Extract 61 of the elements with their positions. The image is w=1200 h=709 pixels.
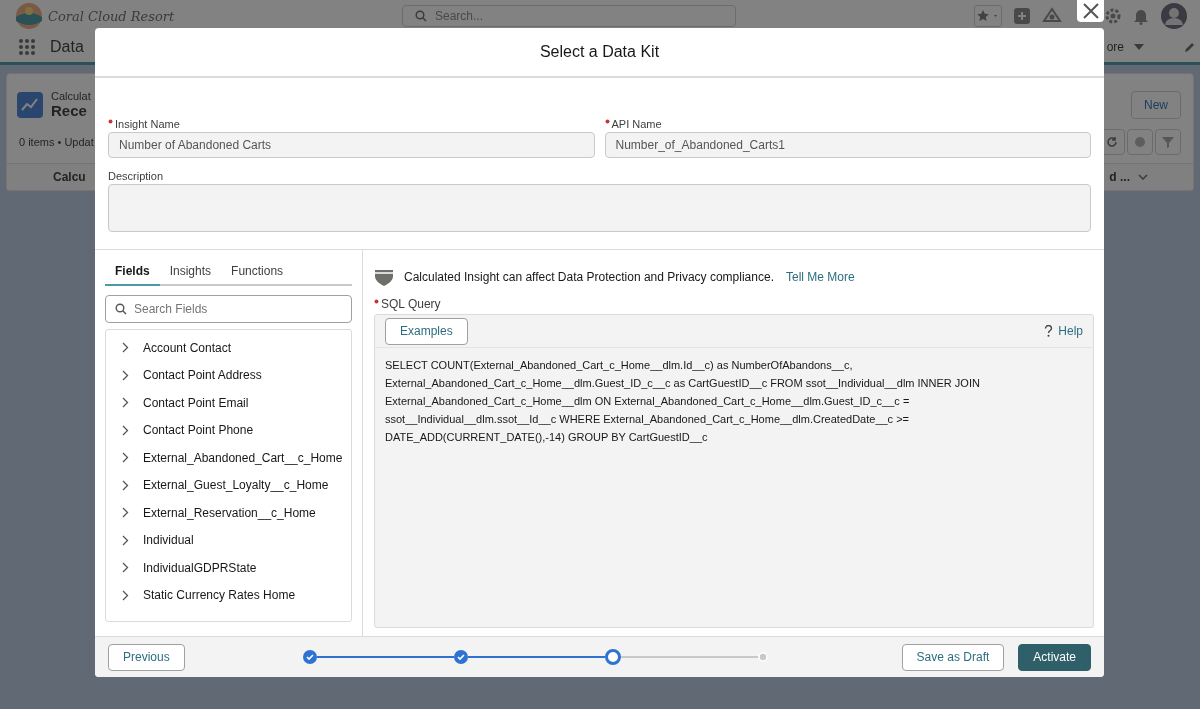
object-item[interactable]: Contact Point Phone — [106, 416, 351, 444]
app-launcher-icon[interactable] — [18, 38, 36, 56]
object-item[interactable]: Contact Point Address — [106, 361, 351, 389]
object-item[interactable]: External_Guest_Loyalty__c_Home — [106, 471, 351, 499]
list-meta: 0 items • Updat — [19, 136, 94, 148]
page-title: Rece — [51, 102, 88, 119]
object-item[interactable]: IndividualGDPRState — [106, 554, 351, 582]
more-tab[interactable]: ore — [1106, 40, 1124, 54]
filter-button[interactable] — [1155, 129, 1181, 155]
favorites-button[interactable] — [974, 5, 1002, 27]
text-field[interactable]: Number of Abandoned Carts — [108, 132, 595, 158]
field-label: Insight Name — [115, 118, 180, 130]
modal-title: Select a Data Kit — [539, 43, 660, 61]
chevron-down-icon[interactable] — [1138, 174, 1148, 180]
save-as-draft-button[interactable]: Save as Draft — [901, 643, 1005, 671]
column-header[interactable]: Calcu — [53, 170, 86, 184]
description-field[interactable] — [108, 184, 1091, 232]
field-label: Description — [108, 170, 164, 182]
plus-icon[interactable] — [1013, 7, 1031, 25]
step-complete-icon[interactable] — [302, 650, 317, 664]
step-complete-icon[interactable] — [453, 650, 468, 664]
object-item[interactable]: Static Currency Rates Home — [106, 581, 351, 609]
shield-icon — [374, 268, 394, 286]
chart-icon — [17, 91, 43, 118]
tab[interactable]: Insights — [159, 258, 222, 286]
brand-name: Coral Cloud Resort — [48, 8, 175, 24]
pencil-icon[interactable] — [1184, 41, 1196, 53]
page-kicker: Calculat — [51, 90, 91, 102]
search-icon — [415, 10, 427, 22]
object-item[interactable]: External_Abandoned_Cart__c_Home — [106, 444, 351, 472]
bell-icon[interactable] — [1133, 7, 1149, 25]
activate-button[interactable]: Activate — [1018, 643, 1091, 671]
step-incomplete-icon[interactable] — [757, 652, 768, 662]
object-item[interactable]: External_Reservation__c_Home — [106, 499, 351, 527]
caret-icon[interactable] — [1134, 44, 1144, 50]
examples-button[interactable]: Examples — [385, 317, 468, 345]
help-link[interactable]: Help — [1058, 324, 1083, 338]
filter-icon — [1162, 136, 1174, 148]
close-button[interactable] — [1077, 0, 1104, 22]
field-label: SQL Query — [381, 297, 441, 311]
avatar-icon[interactable] — [1160, 2, 1188, 30]
notice-text: Calculated Insight can affect Data Protection and Privacy compliance. — [404, 270, 774, 284]
object-item[interactable]: Contact Point Email — [106, 389, 351, 417]
pie-chart-icon — [1134, 136, 1146, 148]
tab[interactable]: Fields — [105, 258, 160, 286]
sql-query-field[interactable]: SELECT COUNT(External_Abandoned_Cart_c_Home__dlm.Id__c) as NumberOfAbandons__c, External_Abandoned_Cart_c_Home__dlm.Guest_ID_c__c as CartGuestID__c FROM ssot__Individual__dlm INNER JOIN External_Abandoned_Cart_c_Home__dlm ON External_Abandoned_Cart_c_Home__dlm.Guest_ID_c__c = ssot__Individual__dlm.ssot__Id__c WHERE External_Abandoned_Cart_c_Home__dlm.CreatedDate__c >= DATE_ADD(CURRENT_DATE(),-14) GROUP BY CartGuestID__c — [375, 348, 1093, 627]
tell-me-more-link[interactable]: Tell Me More — [786, 270, 855, 284]
text-field[interactable]: Number_of_Abandoned_Carts1 — [604, 132, 1091, 158]
tab[interactable]: Functions — [221, 258, 294, 286]
search-field[interactable]: Search Fields — [105, 295, 352, 323]
settings-icon[interactable] — [1104, 7, 1122, 25]
logo-icon — [14, 3, 44, 29]
help-icon[interactable] — [1044, 325, 1054, 337]
step-current-icon[interactable] — [604, 649, 621, 665]
object-item[interactable]: Individual — [106, 526, 351, 554]
refresh-icon — [1106, 136, 1118, 148]
previous-button[interactable]: Previous — [108, 643, 185, 671]
object-item[interactable]: Account Contact — [106, 334, 351, 362]
app-name: Data — [50, 38, 84, 56]
field-label: API Name — [611, 118, 662, 130]
column-header[interactable]: d ... — [1109, 170, 1130, 184]
